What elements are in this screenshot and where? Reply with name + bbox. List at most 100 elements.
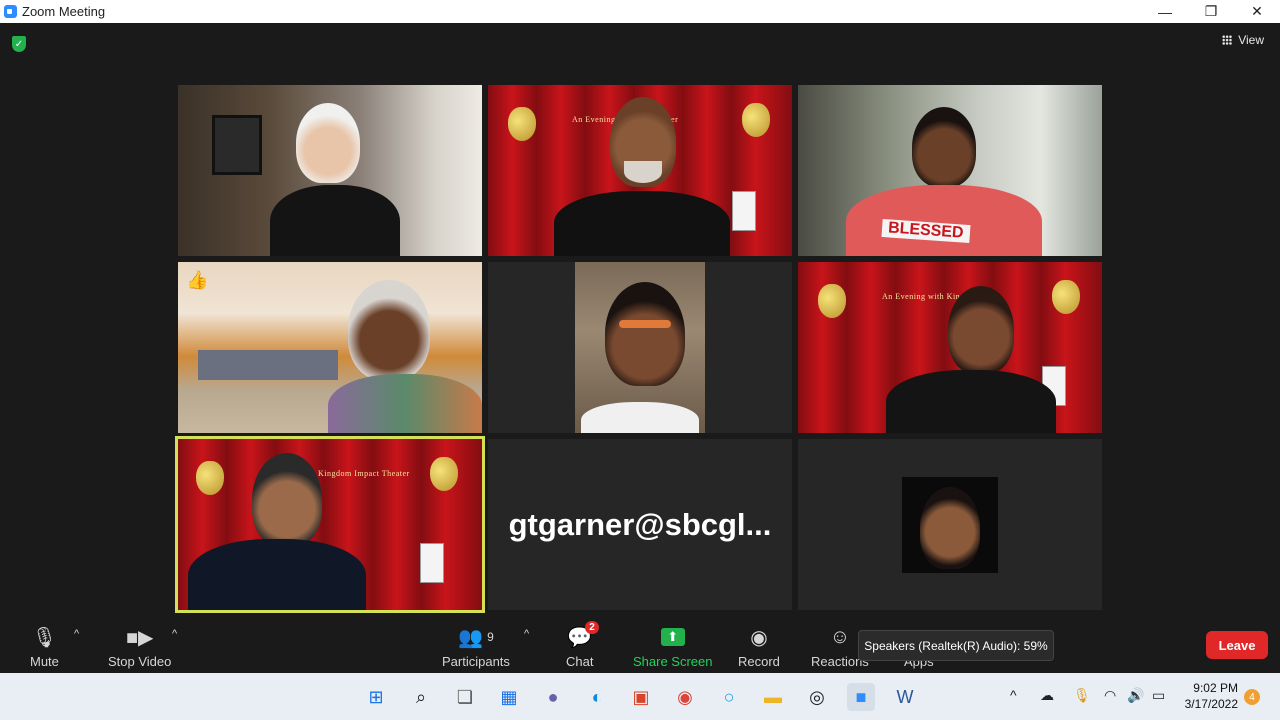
leave-button[interactable]: Leave: [1206, 631, 1268, 659]
meeting-toolbar: 🎙 Mute ^ ■▶ Stop Video ^ 👥 9 Participants…: [0, 620, 1280, 673]
mute-label: Mute: [30, 654, 59, 669]
taskbar-clock[interactable]: 9:02 PM 3/17/2022: [1185, 680, 1238, 712]
close-button[interactable]: ✕: [1234, 0, 1280, 23]
record-label: Record: [738, 654, 780, 669]
participants-icon: 👥 9: [458, 626, 494, 649]
stage-title: Kingdom Impact Theater: [318, 469, 410, 478]
participant-body: [886, 370, 1056, 433]
poster: [732, 191, 756, 231]
minimize-button[interactable]: —: [1142, 0, 1188, 23]
participant-body: [270, 185, 400, 256]
stop-video-button[interactable]: ■▶ Stop Video: [108, 623, 172, 670]
comedy-mask-icon: [508, 107, 536, 141]
video-tile-p3[interactable]: BLESSED: [798, 85, 1102, 256]
chat-label: Chat: [566, 654, 594, 669]
participants-count: 9: [487, 630, 494, 644]
microphone-icon: 🎙: [31, 626, 58, 649]
participants-label: Participants: [442, 654, 510, 669]
video-camera-icon: ■▶: [125, 626, 154, 649]
name-tile-p8[interactable]: gtgarner@sbcgl...: [488, 439, 792, 610]
video-tile-p4[interactable]: 👍: [178, 262, 482, 433]
video-feed: [575, 262, 705, 433]
picture-frame: [212, 115, 262, 175]
view-label: View: [1238, 33, 1264, 47]
security-shield-icon[interactable]: ✓: [12, 36, 26, 52]
participant-head: [912, 107, 976, 187]
video-tile-p7-active-speaker[interactable]: Kingdom Impact Theater: [175, 436, 485, 613]
chat-button[interactable]: 💬 2 Chat: [566, 621, 599, 669]
battery-icon[interactable]: ▭: [1152, 687, 1165, 704]
stop-video-label: Stop Video: [108, 654, 172, 669]
view-button[interactable]: View: [1222, 33, 1264, 47]
smiley-icon: ☺: [829, 625, 851, 648]
zoom-taskbar-icon[interactable]: ■: [847, 683, 875, 711]
headband: [619, 320, 671, 328]
file-explorer-icon[interactable]: ▬: [759, 683, 787, 711]
comedy-mask-icon: [196, 461, 224, 495]
chrome-icon[interactable]: ◉: [671, 683, 699, 711]
share-screen-label: Share Screen: [633, 654, 713, 669]
video-tile-p6[interactable]: An Evening with Kingd... ...ater: [798, 262, 1102, 433]
title-bar: Zoom Meeting — ❐ ✕: [0, 0, 1280, 23]
participants-options-caret[interactable]: ^: [524, 628, 529, 640]
mute-button[interactable]: 🎙 Mute: [30, 623, 59, 670]
edge-icon[interactable]: ◐: [583, 683, 611, 711]
microphone-tray-icon[interactable]: 🎙: [1073, 687, 1091, 704]
beard: [624, 161, 662, 183]
participants-button[interactable]: 👥 9 Participants: [442, 623, 510, 670]
window-controls: — ❐ ✕: [1142, 0, 1280, 23]
participant-name: gtgarner@sbcgl...: [508, 506, 772, 542]
audio-options-caret[interactable]: ^: [74, 628, 79, 640]
dell-icon[interactable]: ◎: [803, 683, 831, 711]
share-screen-button[interactable]: ⬆ Share Screen: [633, 623, 713, 669]
tragedy-mask-icon: [1052, 280, 1080, 314]
participant-head: [605, 282, 685, 386]
participant-body: [328, 374, 482, 433]
onedrive-icon[interactable]: ☁: [1040, 687, 1054, 704]
notification-count-badge[interactable]: 4: [1244, 689, 1260, 705]
poster: [420, 543, 444, 583]
clock-date: 3/17/2022: [1184, 697, 1238, 711]
wifi-icon[interactable]: ◠: [1104, 687, 1116, 704]
widgets-icon[interactable]: ▦: [495, 683, 523, 711]
participant-head: [920, 487, 980, 569]
participant-head: [948, 286, 1014, 374]
grid-icon: [1222, 35, 1233, 45]
video-tile-p2[interactable]: An Evening w... ...ct Theater: [488, 85, 792, 256]
zoom-app-icon: [4, 5, 17, 18]
speaker-icon[interactable]: 🔊: [1127, 687, 1144, 704]
clock-time: 9:02 PM: [1193, 681, 1238, 695]
record-button[interactable]: ◉ Record: [738, 623, 780, 670]
task-view-icon[interactable]: ❏: [451, 683, 479, 711]
cortana-icon[interactable]: ○: [715, 683, 743, 711]
participant-body: [554, 191, 730, 256]
comedy-mask-icon: [818, 284, 846, 318]
store-icon[interactable]: ▣: [627, 683, 655, 711]
search-icon[interactable]: ⌕: [407, 683, 435, 711]
window-title: Zoom Meeting: [22, 4, 106, 19]
participant-body: [581, 402, 699, 433]
chat-unread-badge: 2: [585, 621, 599, 634]
word-icon[interactable]: W: [891, 683, 919, 711]
teams-chat-icon[interactable]: ●: [539, 683, 567, 711]
video-tile-p5[interactable]: [488, 262, 792, 433]
meeting-area: ✓ View An Evening w... ...ct Theater BLE…: [0, 23, 1280, 673]
windows-start-icon[interactable]: ⊞: [362, 683, 390, 711]
avatar-tile-p9[interactable]: [798, 439, 1102, 610]
thumbs-up-reaction-icon: 👍: [186, 270, 209, 290]
participant-head: [252, 453, 322, 547]
tragedy-mask-icon: [430, 457, 458, 491]
restore-button[interactable]: ❐: [1188, 0, 1234, 23]
chat-bubble-icon: 💬 2: [567, 621, 599, 651]
participant-body: [188, 539, 366, 610]
show-hidden-icons-icon[interactable]: ^: [1010, 687, 1017, 703]
record-icon: ◉: [750, 626, 768, 649]
video-tile-p1[interactable]: [178, 85, 482, 256]
window-blinds: [198, 350, 338, 380]
avatar: [902, 477, 998, 573]
tragedy-mask-icon: [742, 103, 770, 137]
video-options-caret[interactable]: ^: [172, 628, 177, 640]
speaker-volume-tooltip: Speakers (Realtek(R) Audio): 59%: [858, 630, 1054, 661]
participant-body: [846, 185, 1042, 256]
share-screen-icon: ⬆: [660, 623, 685, 651]
